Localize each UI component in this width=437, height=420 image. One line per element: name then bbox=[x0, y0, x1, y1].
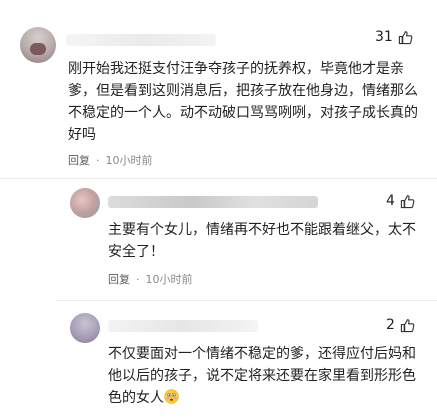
comment-text: 主要有个女儿，情绪再不好也不能跟着继父，太不安全了！ bbox=[108, 222, 416, 260]
reply-button[interactable]: 回复 bbox=[68, 152, 90, 168]
comment-text-body: 不仅要面对一个情绪不稳定的爹，还得应付后妈和他以后的孩子，说不定将来还要在家里看… bbox=[108, 346, 416, 406]
comment-meta: 回复 · 10小时前 bbox=[68, 152, 153, 168]
avatar[interactable] bbox=[70, 313, 100, 343]
like-count[interactable]: 4 bbox=[386, 193, 415, 209]
timestamp: 10小时前 bbox=[145, 273, 193, 286]
username-blurred[interactable] bbox=[108, 320, 258, 332]
avatar[interactable] bbox=[20, 27, 56, 63]
like-count-value: 4 bbox=[386, 193, 395, 209]
thumbs-up-icon[interactable] bbox=[398, 30, 413, 45]
like-count-value: 2 bbox=[386, 317, 395, 333]
separator-dot: · bbox=[96, 153, 100, 167]
reply-button[interactable]: 回复 bbox=[108, 271, 130, 287]
flushed-face-emoji bbox=[164, 389, 179, 404]
comment-meta: 回复 · 10小时前 bbox=[108, 271, 193, 287]
timestamp: 10小时前 bbox=[105, 154, 153, 167]
like-count[interactable]: 2 bbox=[386, 317, 415, 333]
thumbs-up-icon[interactable] bbox=[400, 318, 415, 333]
comment-text: 不仅要面对一个情绪不稳定的爹，还得应付后妈和他以后的孩子，说不定将来还要在家里看… bbox=[108, 343, 426, 409]
username-blurred[interactable] bbox=[108, 196, 318, 208]
separator-dot: · bbox=[136, 272, 140, 286]
like-count[interactable]: 31 bbox=[375, 29, 413, 45]
divider bbox=[56, 300, 437, 301]
divider bbox=[0, 178, 437, 179]
like-count-value: 31 bbox=[375, 29, 393, 45]
avatar[interactable] bbox=[70, 188, 100, 218]
thumbs-up-icon[interactable] bbox=[400, 194, 415, 209]
username-blurred[interactable] bbox=[66, 34, 216, 46]
comment-text: 刚开始我还挺支付汪争夺孩子的抚养权，毕竟他才是亲爹，但是看到这则消息后，把孩子放… bbox=[68, 61, 418, 143]
